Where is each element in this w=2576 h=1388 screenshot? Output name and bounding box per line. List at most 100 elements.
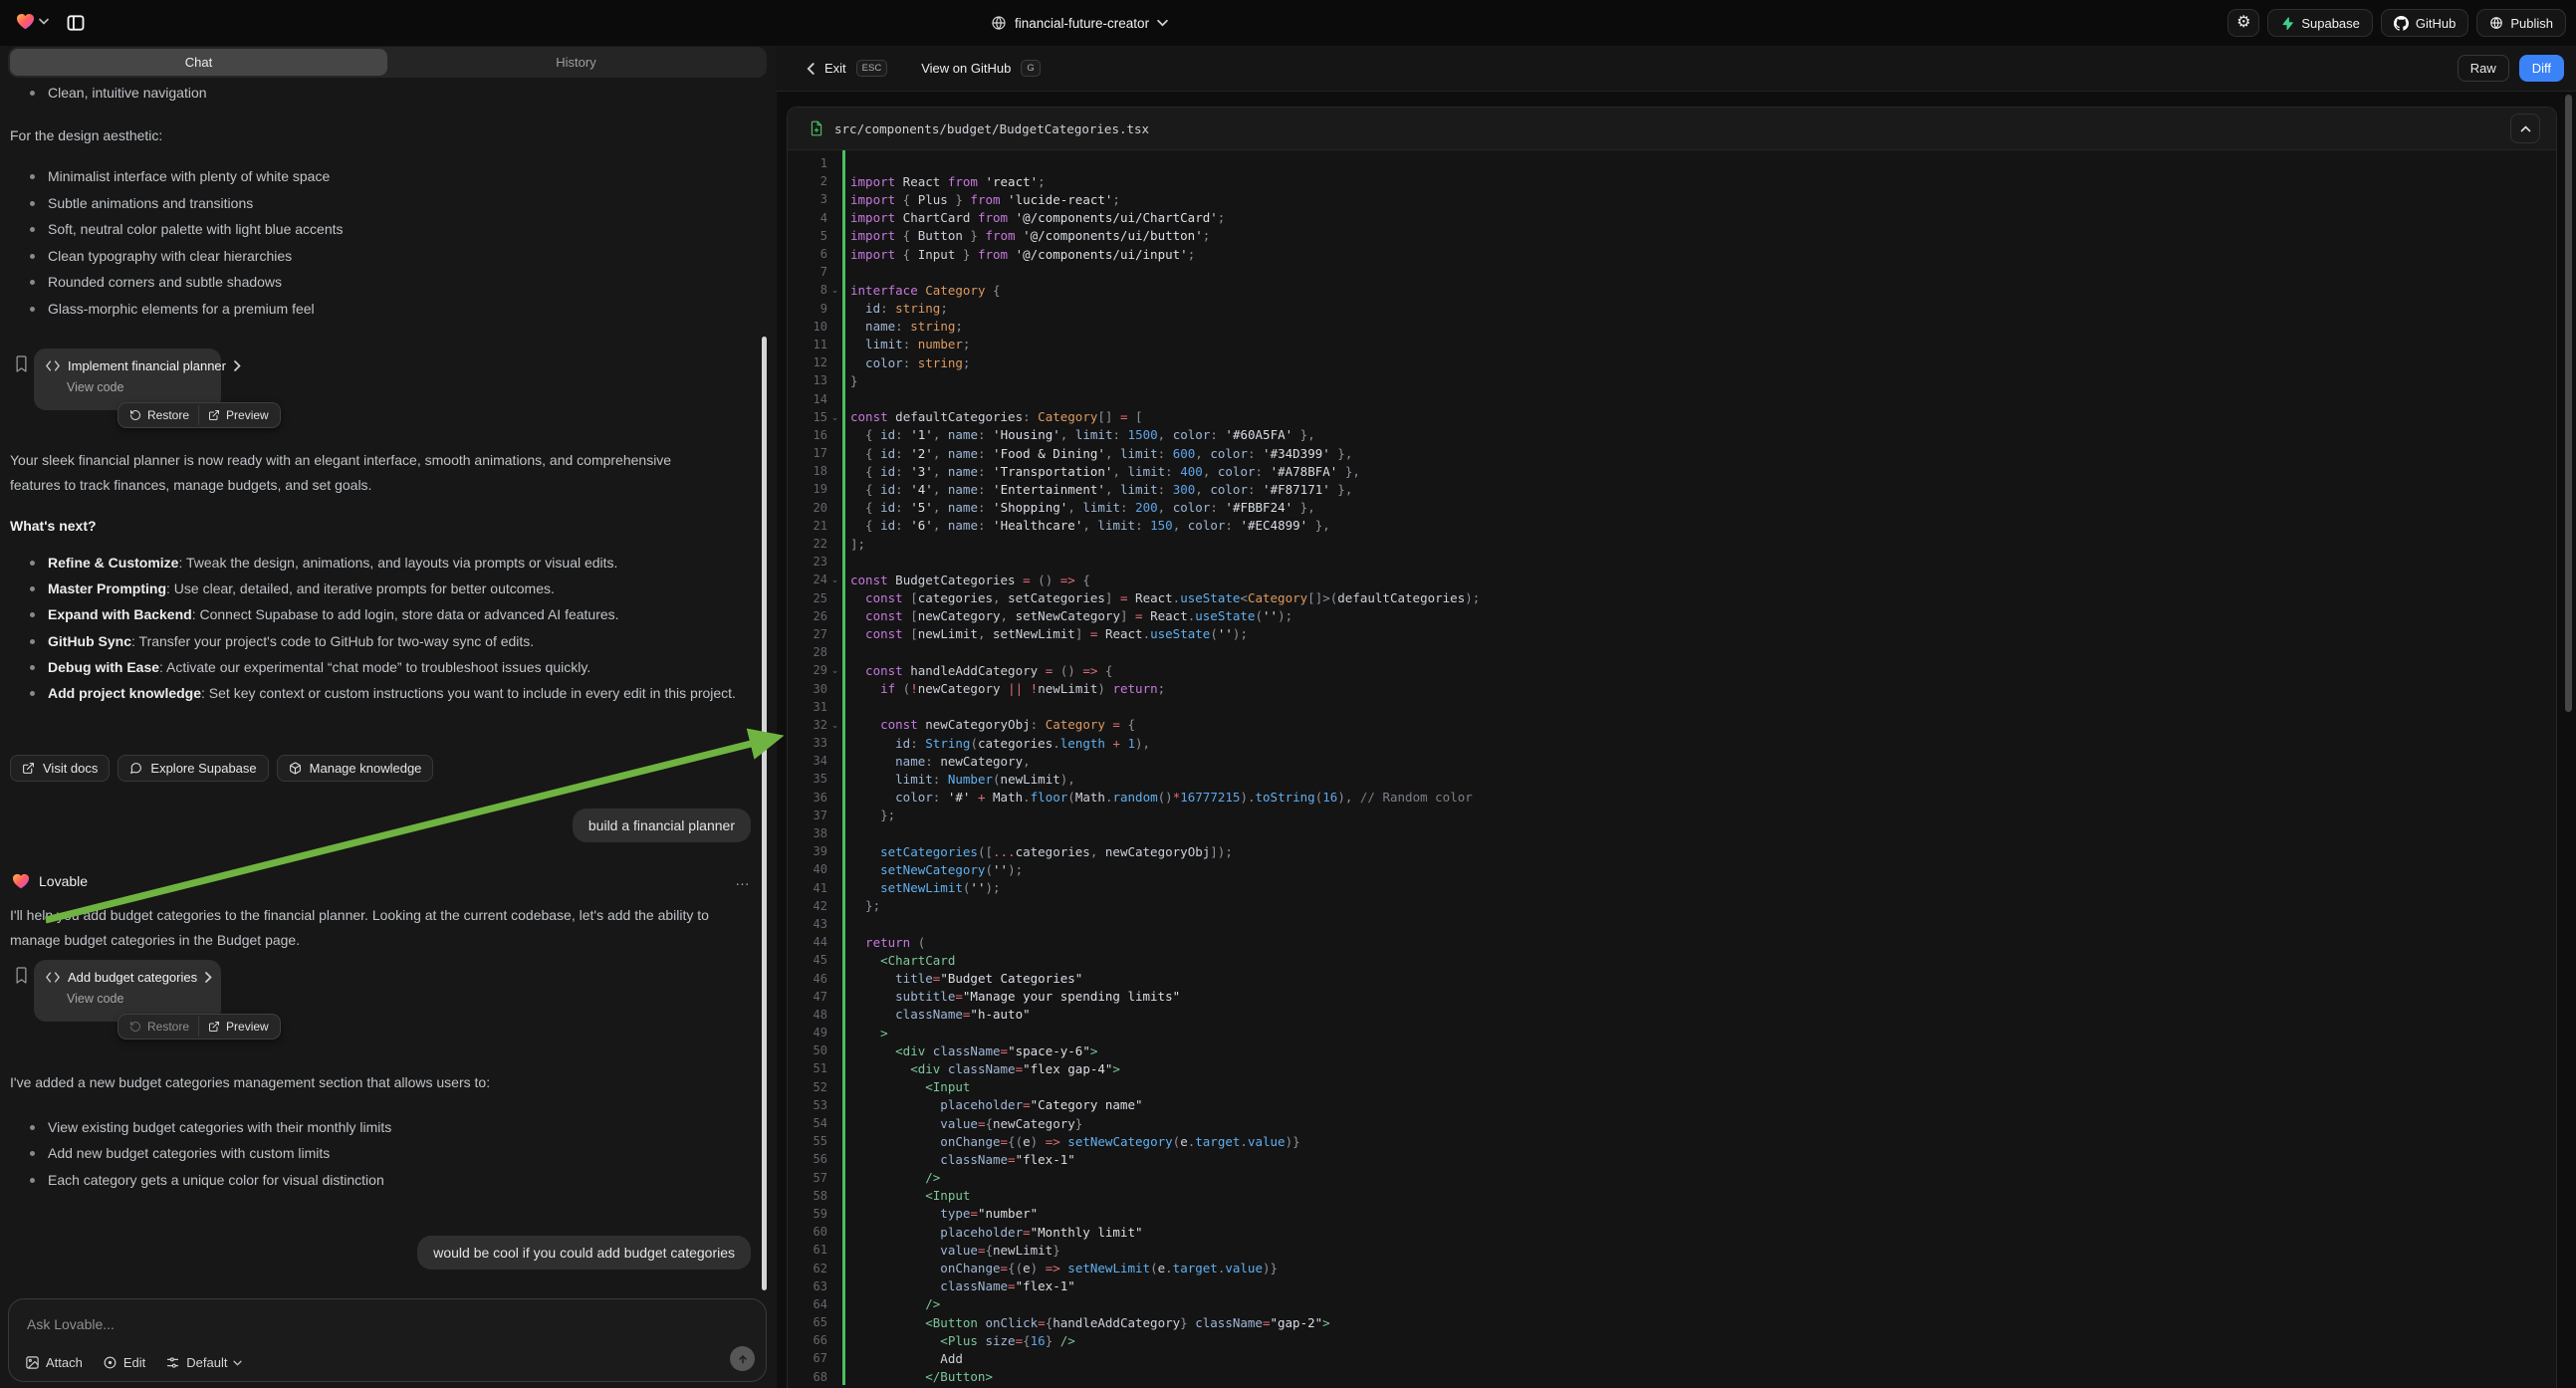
code-line: 62 onChange={(e) => setNewLimit(e.target… [788, 1259, 2556, 1276]
code-editor[interactable]: 12import React from 'react';3import { Pl… [788, 150, 2556, 1385]
code-line: 10 name: string; [788, 318, 2556, 336]
code-line: 4import ChartCard from '@/components/ui/… [788, 209, 2556, 227]
line-number: 60 [788, 1225, 827, 1239]
design-bullet-list: Minimalist interface with plenty of whit… [10, 163, 747, 322]
line-number: 26 [788, 609, 827, 623]
mode-select[interactable]: Default [165, 1355, 242, 1370]
supabase-bolt-icon [2280, 16, 2294, 31]
view-code-link[interactable]: View code [67, 992, 209, 1006]
line-number: 40 [788, 862, 827, 876]
code-line: 43 [788, 915, 2556, 933]
line-number: 64 [788, 1297, 827, 1311]
settings-button[interactable]: ⚙ [2227, 9, 2259, 37]
code-line: 52 <Input [788, 1078, 2556, 1096]
fold-chevron-icon[interactable]: ⌄ [827, 412, 842, 422]
code-line: 33 id: String(categories.length + 1), [788, 734, 2556, 752]
publish-globe-icon [2489, 16, 2503, 30]
g-key-badge: G [1021, 60, 1040, 77]
code-line: 12 color: string; [788, 353, 2556, 371]
line-number: 17 [788, 446, 827, 460]
code-line: 27 const [newLimit, setNewLimit] = React… [788, 625, 2556, 643]
line-number: 55 [788, 1134, 827, 1148]
bookmark-icon[interactable] [14, 354, 29, 373]
diff-toggle[interactable]: Diff [2519, 55, 2564, 82]
send-button[interactable] [730, 1346, 755, 1371]
next-steps-list: Refine & Customize: Tweak the design, an… [10, 550, 745, 706]
quick-actions: Visit docs Explore Supabase Manage knowl… [10, 755, 433, 782]
line-number: 12 [788, 355, 827, 369]
code-line: 57 /> [788, 1169, 2556, 1187]
code-line: 26 const [newCategory, setNewCategory] =… [788, 607, 2556, 625]
tab-history[interactable]: History [387, 49, 765, 76]
manage-knowledge-button[interactable]: Manage knowledge [277, 755, 434, 782]
fold-chevron-icon[interactable]: ⌄ [827, 575, 842, 584]
fold-chevron-icon[interactable]: ⌄ [827, 720, 842, 730]
code-line: 40 setNewCategory(''); [788, 860, 2556, 878]
preview-button[interactable]: Preview [198, 405, 278, 425]
version-card-implement-financial-planner[interactable]: Implement financial planner View code [34, 348, 221, 410]
line-number: 10 [788, 320, 827, 334]
top-bar: financial-future-creator ⚙ Supabase GitH… [0, 0, 2576, 46]
code-line: 24⌄const BudgetCategories = () => { [788, 571, 2556, 588]
list-item: Soft, neutral color palette with light b… [10, 216, 747, 243]
line-number: 51 [788, 1061, 827, 1075]
composer[interactable]: Ask Lovable... Attach Edit Default [8, 1298, 767, 1382]
line-number: 50 [788, 1043, 827, 1057]
fold-chevron-icon[interactable]: ⌄ [827, 665, 842, 675]
chat-tabs: Chat History [8, 47, 767, 78]
code-line: 49 > [788, 1024, 2556, 1041]
chevron-down-icon [39, 18, 49, 25]
explore-supabase-button[interactable]: Explore Supabase [117, 755, 268, 782]
collapse-file-button[interactable] [2510, 114, 2540, 143]
code-scrollbar[interactable] [2565, 95, 2572, 712]
version-card-add-budget-categories[interactable]: Add budget categories View code [34, 960, 221, 1022]
restore-button[interactable]: Restore [120, 1017, 198, 1037]
list-item: Clean typography with clear hierarchies [10, 243, 747, 270]
view-code-link[interactable]: View code [67, 380, 209, 394]
code-line: 29⌄ const handleAddCategory = () => { [788, 661, 2556, 679]
list-item: View existing budget categories with the… [10, 1114, 747, 1140]
bookmark-icon[interactable] [14, 966, 29, 985]
sidebar-toggle-button[interactable] [62, 9, 90, 37]
list-item: Refine & Customize: Tweak the design, an… [10, 550, 745, 576]
visit-docs-button[interactable]: Visit docs [10, 755, 110, 782]
chat-scrollbar[interactable] [762, 337, 767, 1290]
line-number: 2 [788, 174, 827, 188]
code-line: 58 <Input [788, 1187, 2556, 1205]
code-line: 11 limit: number; [788, 336, 2556, 353]
preview-button[interactable]: Preview [198, 1017, 278, 1037]
code-line: 8⌄interface Category { [788, 281, 2556, 299]
code-line: 34 name: newCategory, [788, 752, 2556, 770]
edit-button[interactable]: Edit [103, 1355, 145, 1370]
line-number: 46 [788, 972, 827, 986]
line-number: 38 [788, 826, 827, 840]
line-number: 47 [788, 990, 827, 1004]
publish-button[interactable]: Publish [2476, 9, 2566, 37]
file-diff-card: src/components/budget/BudgetCategories.t… [787, 107, 2557, 1388]
raw-toggle[interactable]: Raw [2458, 55, 2509, 82]
tab-chat[interactable]: Chat [10, 49, 387, 76]
assistant-header: Lovable … [12, 872, 751, 889]
fold-chevron-icon[interactable]: ⌄ [827, 285, 842, 295]
code-line: 6import { Input } from '@/components/ui/… [788, 245, 2556, 263]
code-line: 45 <ChartCard [788, 951, 2556, 969]
code-line: 17 { id: '2', name: 'Food & Dining', lim… [788, 444, 2556, 462]
assistant-paragraph: I'll help you add budget categories to t… [10, 903, 752, 953]
line-number: 49 [788, 1026, 827, 1040]
exit-button[interactable]: Exit [824, 61, 846, 76]
line-number: 5 [788, 229, 827, 243]
attach-button[interactable]: Attach [25, 1355, 83, 1370]
attach-image-icon [25, 1355, 40, 1370]
sliders-icon [165, 1355, 180, 1370]
github-button[interactable]: GitHub [2381, 9, 2468, 37]
restore-button[interactable]: Restore [120, 405, 198, 425]
message-menu-icon[interactable]: … [735, 872, 751, 889]
list-item: Master Prompting: Use clear, detailed, a… [10, 576, 745, 601]
lovable-menu[interactable] [16, 13, 49, 30]
project-switcher[interactable]: financial-future-creator [991, 8, 1168, 38]
view-on-github-button[interactable]: View on GitHub [921, 61, 1011, 76]
external-link-icon [22, 762, 35, 775]
preview-external-link-icon [208, 409, 220, 421]
line-number: 45 [788, 953, 827, 967]
supabase-button[interactable]: Supabase [2267, 9, 2373, 37]
